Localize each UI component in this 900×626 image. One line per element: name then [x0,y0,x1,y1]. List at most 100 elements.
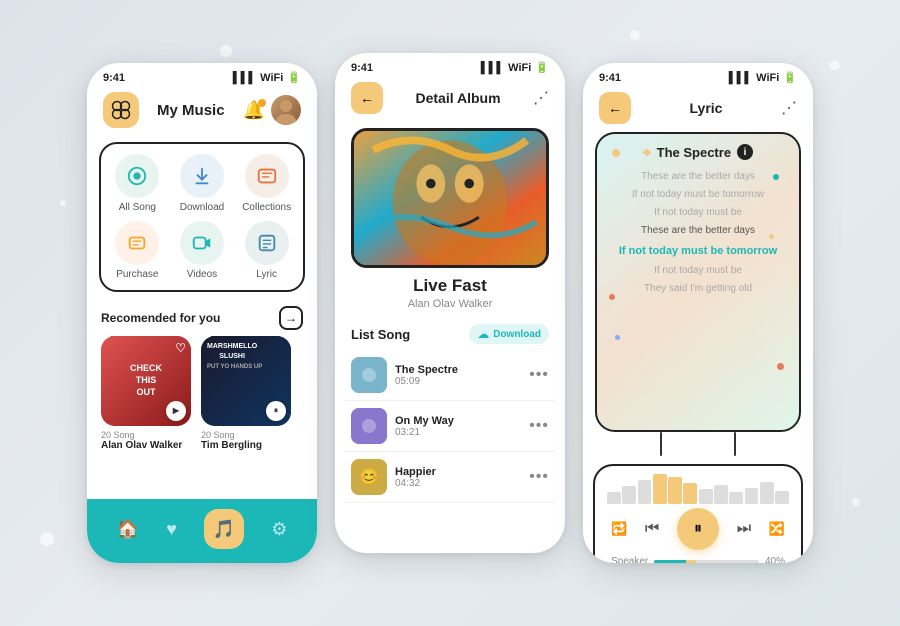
signal-icon-3: ▌▌▌ [729,72,752,84]
rec-card-1-thumb-wrap: CHECKTHISOUT ♡ ▶ [101,336,191,426]
deco-dot [40,532,54,546]
signal-icon-2: ▌▌▌ [481,62,504,74]
menu-grid-container: All Song Download [99,142,305,292]
rec-info-2: 20 Song Tim Bergling [201,426,291,455]
wf-connector-2 [734,432,736,456]
rec-thumb-text-2: MARSHMELLOSLUSHI [207,342,257,362]
song-thumb-1 [351,408,387,444]
info-icon[interactable]: i [737,144,753,160]
play-button-2[interactable]: ⏸ [266,401,286,421]
recommended-cards: CHECKTHISOUT ♡ ▶ 20 Song Alan Olav Walke… [87,336,317,455]
scene: 9:41 ▌▌▌ WiFi 🔋 My Music 🔔 [0,0,900,626]
status-time-3: 9:41 [599,72,621,84]
wbar-5 [668,477,682,504]
deco-dot [220,45,232,57]
repeat-button[interactable]: 🔁 [611,521,627,537]
share-icon-2[interactable]: ⋰ [533,88,549,108]
lyric-icon-wrap [245,221,289,265]
more-dots-0[interactable]: ••• [529,366,549,384]
app-logo [103,92,139,128]
lyric-line-1: If not today must be tomorrow [609,186,787,204]
waveform-connector [603,432,793,456]
user-avatar[interactable] [271,95,301,125]
progress-waveform [607,474,789,504]
song-item-1[interactable]: On My Way 03:21 ••• [345,401,555,452]
menu-item-download[interactable]: Download [172,154,233,213]
rec-info-1: 20 Song Alan Olav Walker [101,426,191,455]
videos-icon-wrap [180,221,224,265]
wbar-4 [653,474,667,504]
lyric-icon [256,232,278,254]
song-item-2[interactable]: 😊 Happier 04:32 ••• [345,452,555,503]
lyric-title-text: The Spectre [657,145,731,160]
song-info-0: The Spectre 05:09 [395,364,521,387]
recommended-more-button[interactable]: → [279,306,303,330]
next-button[interactable]: ⏭ [737,520,751,538]
rec-thumb-sub: PUT YO HANDS UP [207,364,262,370]
nav-settings-icon[interactable]: ⚙ [271,519,287,540]
wifi-icon: WiFi [260,72,283,84]
rec-card-2-thumb-wrap: MARSHMELLOSLUSHI PUT YO HANDS UP ⏸ [201,336,291,426]
rec-thumb-text-1: CHECKTHISOUT [130,363,162,398]
more-dots-2[interactable]: ••• [529,468,549,486]
menu-item-all-song[interactable]: All Song [107,154,168,213]
notif-area: 🔔 [243,95,301,125]
pause-icon: ⏸ [694,520,702,538]
song-duration-1: 03:21 [395,427,521,438]
notification-bell[interactable]: 🔔 [243,100,265,121]
download-icon [191,165,213,187]
nav-home-icon[interactable]: 🏠 [117,519,139,540]
wbar-1 [607,492,621,504]
all-song-label: All Song [119,202,156,213]
song-info-2: Happier 04:32 [395,466,521,489]
back-button-3[interactable]: ← [599,92,631,124]
nav-heart-icon[interactable]: ♥ [166,519,177,540]
speaker-progress-bar [654,560,759,564]
wbar-12 [775,491,789,505]
menu-item-purchase[interactable]: Purchase [107,221,168,280]
all-song-icon [126,165,148,187]
purchase-label: Purchase [116,269,158,280]
shuffle-button[interactable]: 🔀 [769,521,785,537]
phone-home: 9:41 ▌▌▌ WiFi 🔋 My Music 🔔 [87,63,317,563]
prev-button[interactable]: ⏮ [645,520,659,538]
lyric-dot-4 [615,335,620,340]
detail-title: Detail Album [415,90,500,106]
speaker-fill-teal [654,560,685,564]
status-bar-1: 9:41 ▌▌▌ WiFi 🔋 [87,63,317,88]
wbar-10 [745,488,759,505]
menu-item-videos[interactable]: Videos [172,221,233,280]
wbar-3 [638,480,652,504]
battery-icon: 🔋 [287,71,301,84]
speaker-label: Speaker [611,556,648,563]
diamond-icon-left: ◆ [643,147,651,158]
pause-button[interactable]: ⏸ [677,508,719,550]
status-time-1: 9:41 [103,72,125,84]
menu-item-lyric[interactable]: Lyric [236,221,297,280]
lyric-song-name: ◆ The Spectre i [609,144,787,160]
nav-music-icon: 🎵 [213,519,235,540]
wbar-2 [622,486,636,504]
home-title: My Music [157,102,225,119]
song-list: The Spectre 05:09 ••• On My Way 03:21 ••… [335,350,565,503]
menu-item-collections[interactable]: Collections [236,154,297,213]
share-icon-3[interactable]: ⋰ [781,98,797,118]
nav-music-active[interactable]: 🎵 [204,509,244,549]
play-button-1[interactable]: ▶ [166,401,186,421]
deco-dot [830,60,840,70]
status-icons-1: ▌▌▌ WiFi 🔋 [233,71,301,84]
list-song-header: List Song ☁ Download [335,318,565,350]
more-dots-1[interactable]: ••• [529,417,549,435]
menu-grid: All Song Download [107,154,297,280]
lyric-line-0: These are the better days [609,168,787,186]
download-badge[interactable]: ☁ Download [469,324,549,344]
bottom-nav: 🏠 ♥ 🎵 ⚙ [87,499,317,563]
back-button-2[interactable]: ← [351,82,383,114]
song-item-0[interactable]: The Spectre 05:09 ••• [345,350,555,401]
collections-icon-wrap [245,154,289,198]
recommended-header: Recomended for you → [87,298,317,336]
lyric-page-title: Lyric [690,100,723,116]
status-bar-2: 9:41 ▌▌▌ WiFi 🔋 [335,53,565,78]
lyric-line-active: If not today must be tomorrow [609,240,787,262]
wifi-icon-3: WiFi [756,72,779,84]
